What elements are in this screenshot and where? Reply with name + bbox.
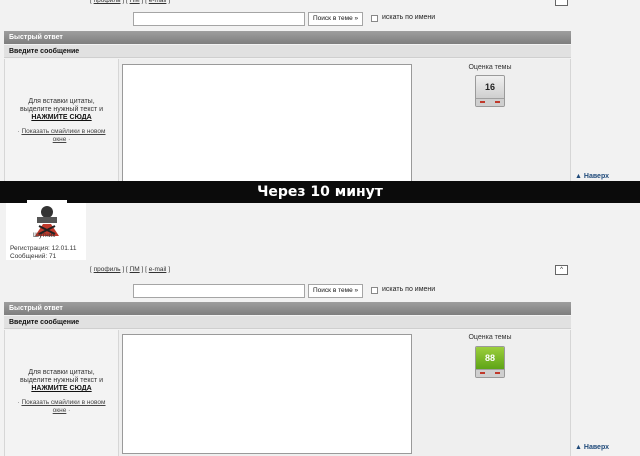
back-to-top-link-2[interactable]: ▲ Наверх <box>575 444 609 451</box>
profile-links-bottom: [ профиль ] [ ПМ ] [ e-mail ] <box>90 266 171 273</box>
search-by-name-checkbox[interactable] <box>371 15 378 22</box>
search-topic-button[interactable]: Поиск в теме » <box>308 12 364 26</box>
rating-value-2: 88 <box>476 347 504 369</box>
back-to-top-label-2: Наверх <box>583 444 610 451</box>
user-registration: Регистрация: 12.01.11 <box>10 245 77 252</box>
pm-link-2[interactable]: ПМ <box>130 266 140 273</box>
rate-down-icon-2[interactable] <box>480 372 485 374</box>
profile-link-2[interactable]: профиль <box>94 266 121 273</box>
rate-up-icon-2[interactable] <box>495 372 500 374</box>
back-to-top-link[interactable]: ▲ Наверх <box>575 173 609 180</box>
profile-link[interactable]: профиль <box>94 0 121 4</box>
quick-reply-header-2: Быстрый ответ <box>4 302 571 315</box>
quote-insert-link[interactable]: НАЖМИТЕ СЮДА <box>31 114 91 121</box>
rating-value: 16 <box>476 76 504 98</box>
up-arrow-icon: ▲ <box>575 173 582 180</box>
quote-hint-line2: выделите нужный текст и <box>19 106 104 113</box>
user-name[interactable]: Шутник <box>33 232 55 240</box>
rate-down-icon[interactable] <box>480 101 485 103</box>
quote-hint-line1-2: Для вставки цитаты, <box>28 369 95 376</box>
user-posts: Сообщений: 71 <box>10 253 57 260</box>
email-link[interactable]: e-mail <box>149 0 167 4</box>
reply-left-cell: Для вставки цитаты, выделите нужный текс… <box>5 59 119 181</box>
show-smiles-link-2[interactable]: Показать смайлики в новом <box>21 399 105 406</box>
smiles-bullet-2: · <box>17 399 20 406</box>
rating-badge-2: 88 <box>475 346 505 378</box>
search-input-2[interactable] <box>133 284 305 298</box>
smiles-bullet: · <box>17 128 20 135</box>
message-subheader-2: Введите сообщение <box>4 316 571 329</box>
rating-label-2: Оценка темы <box>468 334 512 341</box>
quote-hint-line1: Для вставки цитаты, <box>28 98 95 105</box>
smiles-bullet-end-2: · <box>68 407 71 414</box>
scroll-up-button[interactable]: ^ <box>555 0 568 6</box>
show-smiles-link[interactable]: Показать смайлики в новом <box>21 128 105 135</box>
rating-badge: 16 <box>475 75 505 107</box>
show-smiles-link-window[interactable]: окне <box>53 136 67 143</box>
message-textarea[interactable] <box>122 64 412 182</box>
quick-reply-header: Быстрый ответ <box>4 31 571 44</box>
search-by-name-label: искать по имени <box>382 14 436 21</box>
quote-insert-link-2[interactable]: НАЖМИТЕ СЮДА <box>31 385 91 392</box>
search-topic-button-2[interactable]: Поиск в теме » <box>308 284 364 298</box>
smiles-bullet-end: · <box>68 136 71 143</box>
reply-left-cell-2: Для вставки цитаты, выделите нужный текс… <box>5 330 119 456</box>
back-to-top-label: Наверх <box>583 173 610 180</box>
show-smiles-link-window-2[interactable]: окне <box>53 407 67 414</box>
time-divider: Через 10 минут <box>0 181 640 203</box>
rate-up-icon[interactable] <box>495 101 500 103</box>
pm-link[interactable]: ПМ <box>130 0 140 4</box>
search-by-name-checkbox-2[interactable] <box>371 287 378 294</box>
message-subheader: Введите сообщение <box>4 45 571 58</box>
up-arrow-icon-2: ▲ <box>575 444 582 451</box>
scroll-up-button-2[interactable]: ^ <box>555 265 568 275</box>
search-input[interactable] <box>133 12 305 26</box>
quote-hint-line2-2: выделите нужный текст и <box>19 377 104 384</box>
message-textarea-2[interactable] <box>122 334 412 454</box>
profile-links-top: [ профиль ] [ ПМ ] [ e-mail ] <box>90 0 170 4</box>
search-by-name-label-2: искать по имени <box>382 286 436 293</box>
email-link-2[interactable]: e-mail <box>149 266 167 273</box>
rating-label: Оценка темы <box>468 64 512 71</box>
